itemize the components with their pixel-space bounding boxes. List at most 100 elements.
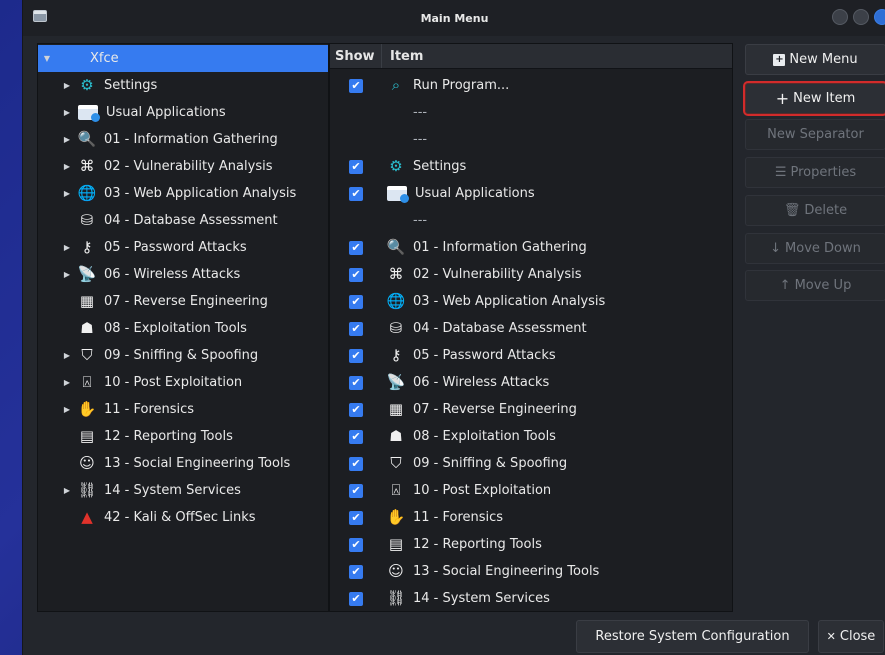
list-item[interactable]: ✔ ⛓ 14 - System Services xyxy=(330,585,732,612)
column-header-item[interactable]: Item xyxy=(382,49,423,64)
expand-arrow-icon[interactable]: ▶ xyxy=(62,135,72,144)
show-checkbox[interactable]: ✔ xyxy=(349,402,363,417)
list-item[interactable]: ✔ ✋ 11 - Forensics xyxy=(330,504,732,531)
expand-arrow-icon[interactable]: ▶ xyxy=(62,270,72,279)
tree-item-label: 04 - Database Assessment xyxy=(104,213,278,228)
arrow-down-icon: ↓ xyxy=(770,241,782,256)
tree-item[interactable]: ▶ 🔍 01 - Information Gathering xyxy=(38,126,328,153)
tree-item[interactable]: ⛁ 04 - Database Assessment xyxy=(38,207,328,234)
expand-arrow-icon[interactable]: ▶ xyxy=(62,162,72,171)
tree-item[interactable]: ☺ 13 - Social Engineering Tools xyxy=(38,450,328,477)
separator-row[interactable]: --- xyxy=(330,99,732,126)
show-checkbox[interactable]: ✔ xyxy=(349,456,363,471)
show-checkbox[interactable]: ✔ xyxy=(349,591,363,606)
tree-item[interactable]: ▶ Usual Applications xyxy=(38,99,328,126)
tree-item-label: Usual Applications xyxy=(106,105,226,120)
restore-system-configuration-button[interactable]: Restore System Configuration xyxy=(576,620,809,653)
list-item-label: Run Program... xyxy=(413,78,510,93)
title-bar[interactable]: Main Menu xyxy=(23,0,885,36)
expand-arrow-icon[interactable]: ▶ xyxy=(62,189,72,198)
settings-icon: ⚙ xyxy=(80,76,94,94)
close-button[interactable]: ✕ Close xyxy=(818,620,884,653)
magnifier-icon: 🔍 xyxy=(77,130,97,148)
expand-arrow-icon[interactable]: ▶ xyxy=(62,378,72,387)
tree-item[interactable]: ▶ ✋ 11 - Forensics xyxy=(38,396,328,423)
expand-arrow-icon[interactable]: ▶ xyxy=(62,81,72,90)
tree-item[interactable]: ▲ 42 - Kali & OffSec Links xyxy=(38,504,328,531)
list-item[interactable]: ✔ 🔍 01 - Information Gathering xyxy=(330,234,732,261)
tree-item[interactable]: ▶ ⚷ 05 - Password Attacks xyxy=(38,234,328,261)
tree-item[interactable]: ▶ ⚙ Settings xyxy=(38,72,328,99)
new-item-button[interactable]: + New Item xyxy=(743,81,885,116)
show-checkbox[interactable]: ✔ xyxy=(349,321,363,336)
tree-item[interactable]: ☗ 08 - Exploitation Tools xyxy=(38,315,328,342)
show-checkbox[interactable]: ✔ xyxy=(349,240,363,255)
expand-arrow-icon[interactable]: ▶ xyxy=(62,405,72,414)
database-icon: ⛁ xyxy=(80,211,94,229)
list-item[interactable]: ✔ ⚙ Settings xyxy=(330,153,732,180)
tree-item[interactable]: ▶ ⛓ 14 - System Services xyxy=(38,477,328,504)
tree-item[interactable]: ▶ 🌐 03 - Web Application Analysis xyxy=(38,180,328,207)
tree-item[interactable]: ▶ ⌘ 02 - Vulnerability Analysis xyxy=(38,153,328,180)
list-item-label: 03 - Web Application Analysis xyxy=(413,294,606,309)
show-checkbox[interactable]: ✔ xyxy=(349,267,363,282)
tree-root-xfce[interactable]: ▼ Xfce xyxy=(38,45,328,72)
show-checkbox[interactable]: ✔ xyxy=(349,510,363,525)
show-checkbox[interactable]: ✔ xyxy=(349,537,363,552)
list-item[interactable]: ✔ ⚷ 05 - Password Attacks xyxy=(330,342,732,369)
show-checkbox[interactable]: ✔ xyxy=(349,159,363,174)
show-checkbox[interactable]: ✔ xyxy=(349,429,363,444)
list-item[interactable]: ✔ Usual Applications xyxy=(330,180,732,207)
tree-item[interactable]: ▤ 12 - Reporting Tools xyxy=(38,423,328,450)
show-checkbox[interactable]: ✔ xyxy=(349,78,363,93)
collapse-arrow-icon[interactable]: ▼ xyxy=(42,54,52,63)
delete-button[interactable]: 🗑 Delete xyxy=(745,195,885,226)
new-separator-button[interactable]: New Separator xyxy=(745,119,885,150)
minimize-button[interactable] xyxy=(832,9,848,25)
main-menu-window: Main Menu ▼ Xfce ▶ ⚙ Settings ▶ Usual Applic… xyxy=(22,0,885,655)
show-checkbox[interactable]: ✔ xyxy=(349,186,363,201)
list-item[interactable]: ✔ ▤ 12 - Reporting Tools xyxy=(330,531,732,558)
list-item[interactable]: ✔ ⍓ 10 - Post Exploitation xyxy=(330,477,732,504)
column-header-show[interactable]: Show xyxy=(330,44,382,68)
move-down-button[interactable]: ↓ Move Down xyxy=(745,233,885,264)
tree-item[interactable]: ▶ 📡 06 - Wireless Attacks xyxy=(38,261,328,288)
tree-item[interactable]: ▦ 07 - Reverse Engineering xyxy=(38,288,328,315)
expand-arrow-icon[interactable]: ▶ xyxy=(62,243,72,252)
separator-row[interactable]: --- xyxy=(330,207,732,234)
list-item[interactable]: ✔ ⛁ 04 - Database Assessment xyxy=(330,315,732,342)
tree-item[interactable]: ▶ ⛉ 09 - Sniffing & Spoofing xyxy=(38,342,328,369)
expand-arrow-icon[interactable]: ▶ xyxy=(62,486,72,495)
show-checkbox[interactable]: ✔ xyxy=(349,483,363,498)
settings-icon: ⚙ xyxy=(389,157,403,175)
list-item[interactable]: ✔ ⌕ Run Program... xyxy=(330,72,732,99)
menu-tree[interactable]: ▼ Xfce ▶ ⚙ Settings ▶ Usual Applications ▶ 🔍 01… xyxy=(37,43,329,612)
list-item[interactable]: ✔ ☺ 13 - Social Engineering Tools xyxy=(330,558,732,585)
menu-items-list[interactable]: Show Item ✔ ⌕ Run Program... --- --- ✔ ⚙ Settin… xyxy=(329,43,733,612)
list-item[interactable]: ✔ ☗ 08 - Exploitation Tools xyxy=(330,423,732,450)
list-item[interactable]: ✔ 📡 06 - Wireless Attacks xyxy=(330,369,732,396)
tree-item-label: Settings xyxy=(104,78,158,93)
move-up-button[interactable]: ↑ Move Up xyxy=(745,270,885,301)
list-item-label: 08 - Exploitation Tools xyxy=(413,429,556,444)
post-exploitation-icon: ⍓ xyxy=(391,481,401,499)
new-item-label: New Item xyxy=(793,91,856,106)
new-menu-button[interactable]: + New Menu xyxy=(745,44,885,75)
list-item[interactable]: ✔ ▦ 07 - Reverse Engineering xyxy=(330,396,732,423)
list-item[interactable]: ✔ ⛉ 09 - Sniffing & Spoofing xyxy=(330,450,732,477)
properties-button[interactable]: ☰ Properties xyxy=(745,157,885,188)
show-checkbox[interactable]: ✔ xyxy=(349,564,363,579)
tree-item-label: 12 - Reporting Tools xyxy=(104,429,233,444)
expand-arrow-icon[interactable]: ▶ xyxy=(62,108,72,117)
maximize-button[interactable] xyxy=(853,9,869,25)
separator-row[interactable]: --- xyxy=(330,126,732,153)
list-item-label: 09 - Sniffing & Spoofing xyxy=(413,456,568,471)
list-item[interactable]: ✔ ⌘ 02 - Vulnerability Analysis xyxy=(330,261,732,288)
show-checkbox[interactable]: ✔ xyxy=(349,348,363,363)
show-checkbox[interactable]: ✔ xyxy=(349,375,363,390)
list-item[interactable]: ✔ 🌐 03 - Web Application Analysis xyxy=(330,288,732,315)
expand-arrow-icon[interactable]: ▶ xyxy=(62,351,72,360)
close-window-button[interactable] xyxy=(874,9,885,25)
show-checkbox[interactable]: ✔ xyxy=(349,294,363,309)
tree-item[interactable]: ▶ ⍓ 10 - Post Exploitation xyxy=(38,369,328,396)
